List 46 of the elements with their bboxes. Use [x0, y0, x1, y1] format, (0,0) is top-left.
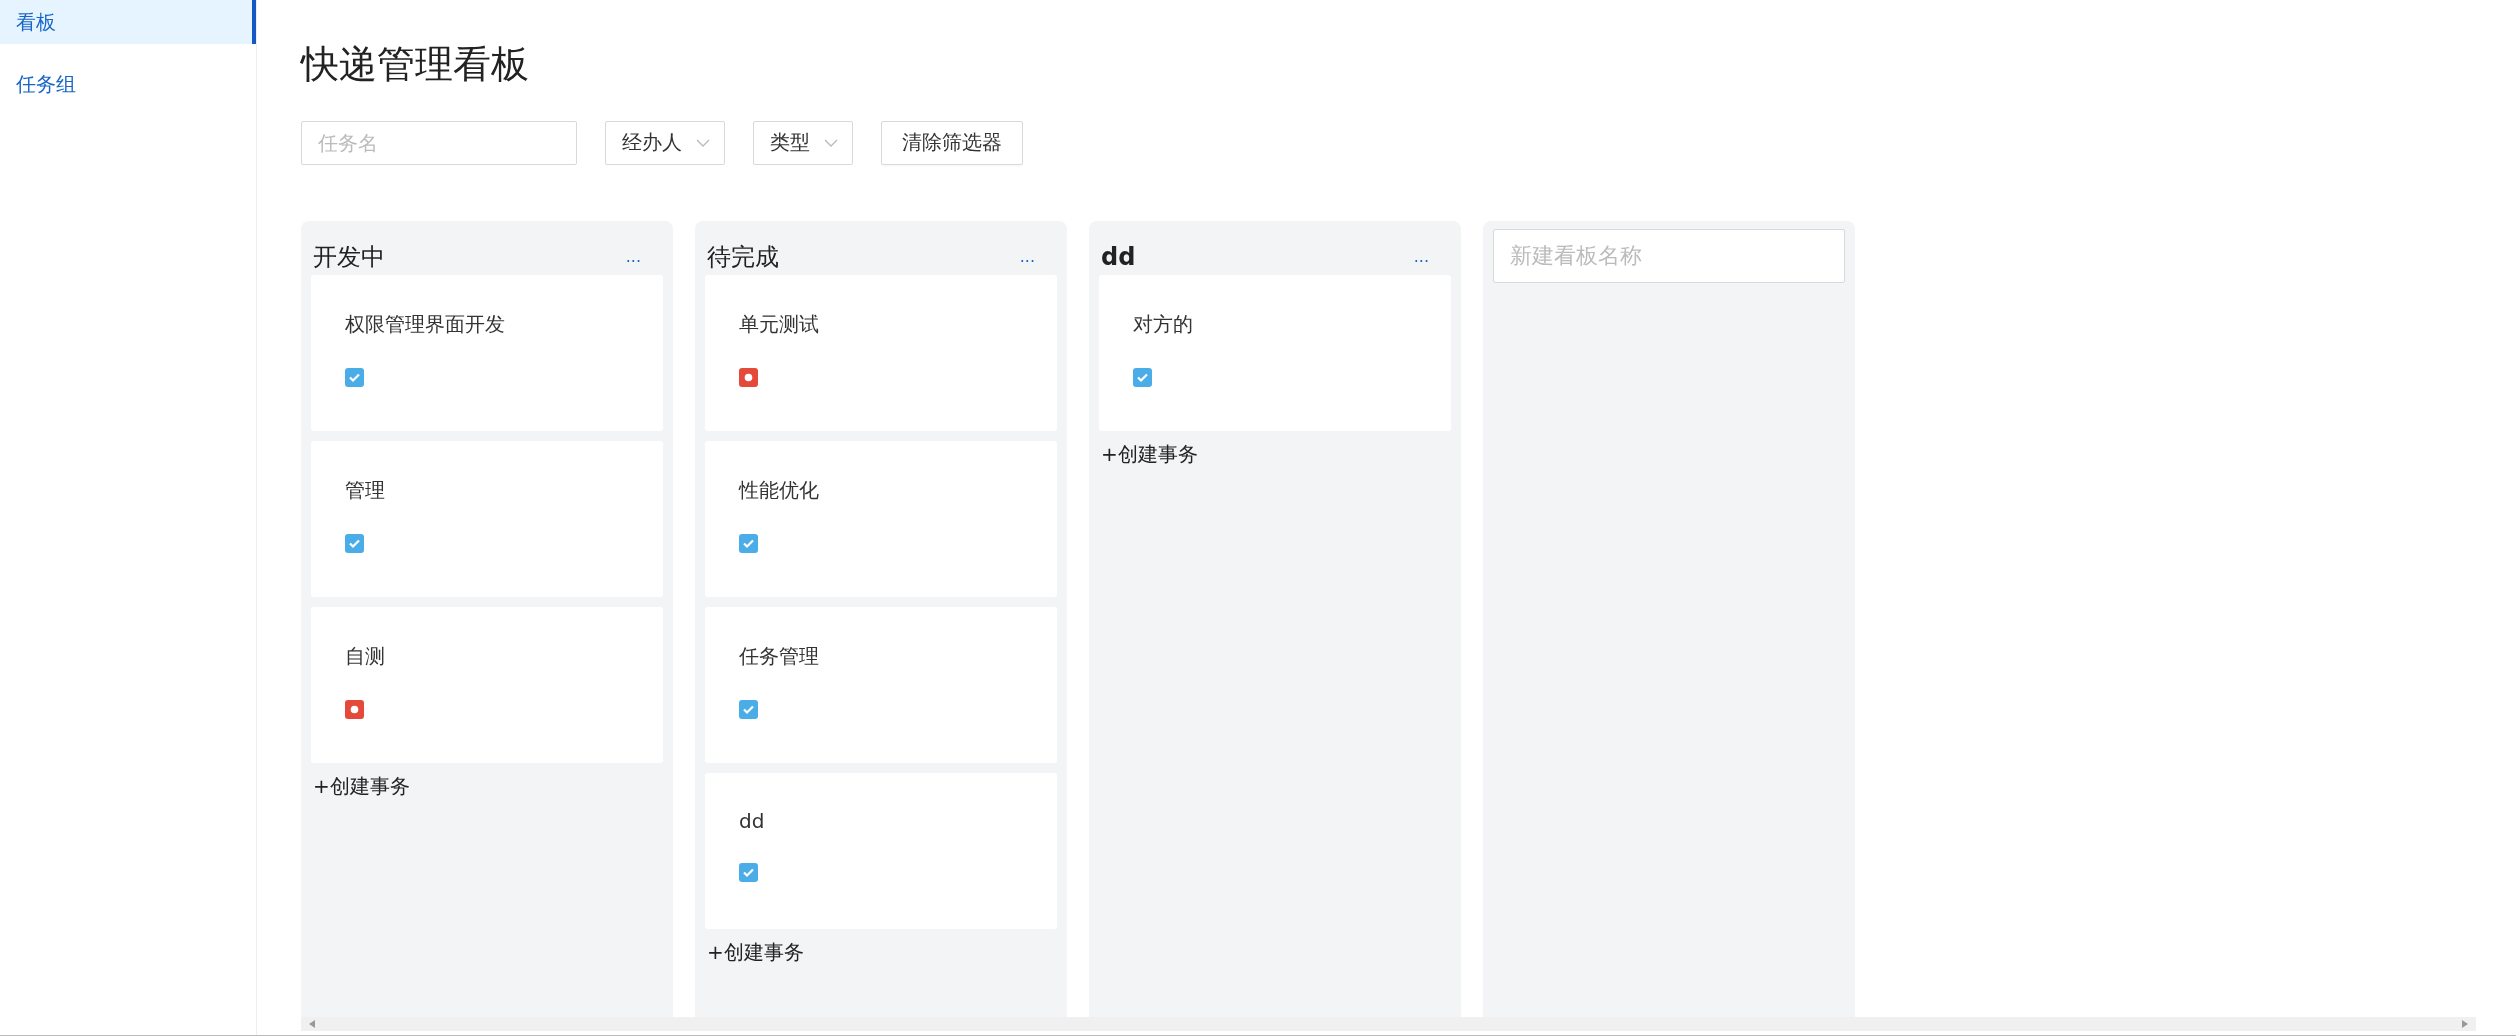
column-title: 待完成: [707, 241, 779, 273]
bug-icon: [739, 367, 758, 387]
filter-select[interactable]: 经办人: [605, 120, 725, 165]
create-task-link[interactable]: +创建事务: [1099, 440, 1451, 468]
task-name: 管理: [345, 476, 386, 504]
scroll-left-icon[interactable]: [309, 1020, 315, 1028]
checkbox-icon: [1133, 367, 1152, 387]
filter-select[interactable]: 类型: [753, 120, 853, 165]
more-button[interactable]: ...: [1413, 247, 1429, 267]
bug-icon: [345, 699, 364, 719]
scroll-right-icon[interactable]: [2462, 1020, 2468, 1028]
task-name: 自测: [345, 642, 386, 670]
task-name: 性能优化: [739, 476, 820, 504]
sidebar-item[interactable]: 看板: [0, 0, 256, 44]
new-board-field[interactable]: 新建看板名称: [1493, 228, 1845, 283]
task-name: 权限管理界面开发: [345, 310, 506, 338]
task-card[interactable]: 对方的: [1099, 274, 1451, 431]
task-name: dd: [739, 808, 766, 833]
task-card[interactable]: 性能优化: [705, 440, 1057, 597]
task-card[interactable]: 单元测试: [705, 274, 1057, 431]
clear-filters-button[interactable]: 清除筛选器: [881, 120, 1023, 165]
create-task-link[interactable]: +创建事务: [311, 772, 663, 800]
task-card[interactable]: 任务管理: [705, 606, 1057, 763]
horizontal-scrollbar[interactable]: [301, 1017, 2476, 1031]
checkbox-icon: [739, 862, 758, 882]
more-button[interactable]: ...: [1019, 247, 1035, 267]
page-title: 快递管理看板: [301, 42, 530, 88]
task-card[interactable]: 自测: [311, 606, 663, 763]
sidebar-item[interactable]: 任务组: [0, 64, 256, 104]
search-field[interactable]: 任务名: [301, 120, 577, 165]
checkbox-icon: [345, 533, 364, 553]
task-card[interactable]: dd: [705, 772, 1057, 929]
task-card[interactable]: 管理: [311, 440, 663, 597]
chevron-down-icon: [696, 138, 710, 147]
checkbox-icon: [739, 699, 758, 719]
checkbox-icon: [739, 533, 758, 553]
task-name: 单元测试: [739, 310, 820, 338]
more-button[interactable]: ...: [625, 247, 641, 267]
create-task-link[interactable]: +创建事务: [705, 938, 1057, 966]
task-name: 任务管理: [739, 642, 820, 670]
column-title: 开发中: [313, 241, 385, 273]
checkbox-icon: [345, 367, 364, 387]
column-title: dd: [1101, 242, 1136, 271]
task-name: 对方的: [1133, 310, 1194, 338]
chevron-down-icon: [824, 138, 838, 147]
task-card[interactable]: 权限管理界面开发: [311, 274, 663, 431]
